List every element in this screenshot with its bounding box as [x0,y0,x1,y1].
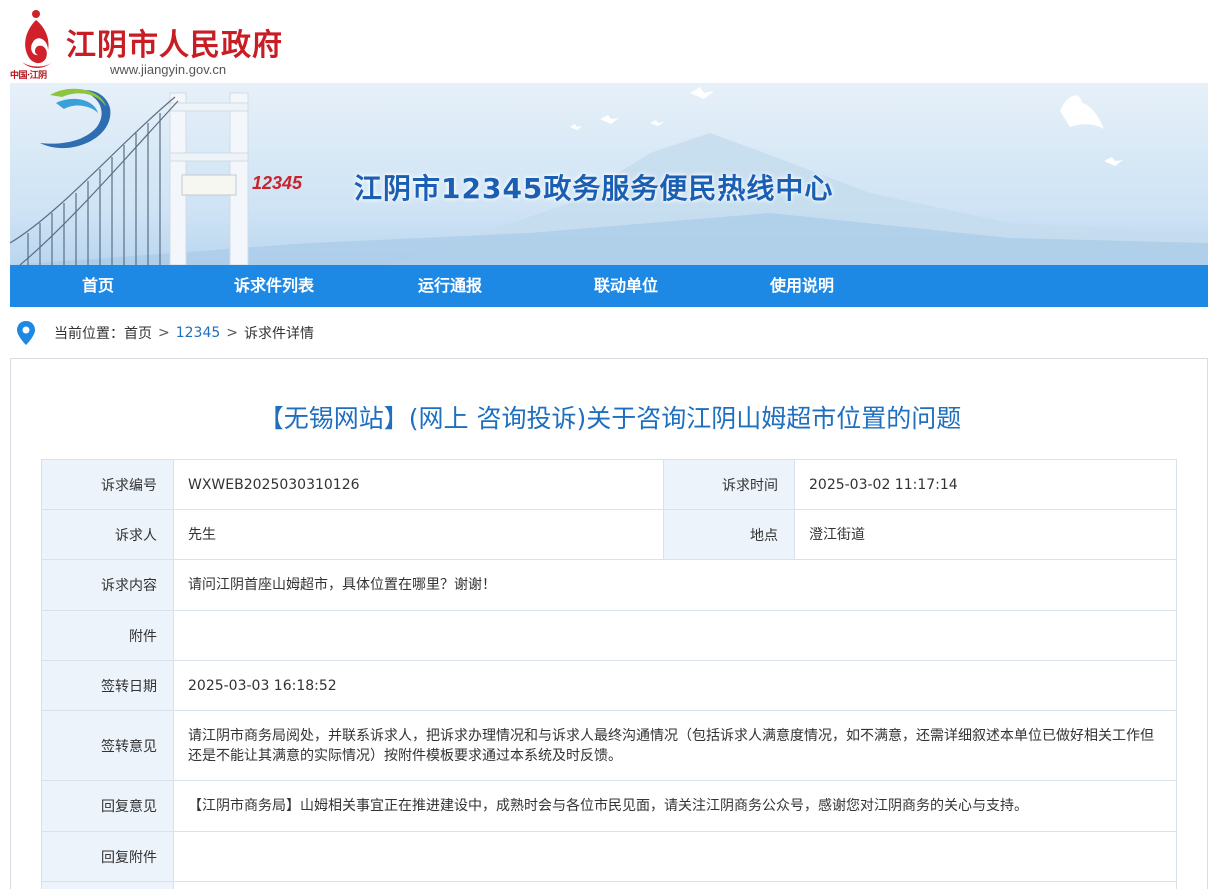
breadcrumb-section[interactable]: 12345 [176,325,221,341]
breadcrumb-separator: > [226,325,239,341]
transfer-date-value: 2025-03-03 16:18:52 [173,660,1177,711]
breadcrumb-home[interactable]: 首页 [124,323,152,343]
breadcrumb-prefix: 当前位置： [54,326,124,342]
table-row: 附件 [41,610,1177,661]
request-no-value: WXWEB2025030310126 [173,459,664,510]
table-row: 回复意见 【江阴市商务局】山姆相关事宜正在推进建设中，成熟时会与各位市民见面，请… [41,780,1177,832]
banner-title: 江阴市12345政务服务便民热线中心 [354,172,834,205]
table-row: 签转意见 请江阴市商务局阅处，并联系诉求人，把诉求办理情况和与诉求人最终沟通情况… [41,710,1177,781]
article-title: 【无锡网站】(网上 咨询投诉)关于咨询江阴山姆超市位置的问题 [258,404,962,433]
request-time-label: 诉求时间 [663,459,795,510]
logo-caption: 中国·江阴 [10,71,47,81]
nav-item-operation-report[interactable]: 运行通报 [362,265,538,307]
reply-label: 回复意见 [41,780,174,832]
table-row: 回复附件 [41,831,1177,882]
requester-value: 先生 [173,509,664,560]
transfer-opinion-value: 请江阴市商务局阅处，并联系诉求人，把诉求办理情况和与诉求人最终沟通情况（包括诉求… [173,710,1177,781]
location-value: 澄江街道 [794,509,1177,560]
hotline-banner: 12345 江阴市12345政务服务便民热线中心 [10,83,1208,265]
breadcrumb-separator: > [158,325,170,341]
table-row: 诉求编号 WXWEB2025030310126 诉求时间 2025-03-02 … [41,459,1177,510]
hotline-number: 12345 [252,173,303,193]
nav-item-home[interactable]: 首页 [10,265,186,307]
transfer-date-label: 签转日期 [41,660,174,711]
breadcrumb: 当前位置： 首页 > 12345 > 诉求件详情 [16,320,314,346]
detail-table: 诉求编号 WXWEB2025030310126 诉求时间 2025-03-02 … [41,459,1177,889]
site-header: 中国·江阴 江阴市人民政府 www.jiangyin.gov.cn [0,0,1222,83]
hotline-swirl-icon [40,88,111,149]
table-row: 诉求内容 请问江阴首座山姆超市，具体位置在哪里？谢谢！ [41,559,1177,611]
transfer-opinion-label: 签转意见 [41,710,174,781]
blank-value [173,881,1177,889]
attachment-value [173,610,1177,661]
attachment-label: 附件 [41,610,174,661]
reply-value: 【江阴市商务局】山姆相关事宜正在推进建设中，成熟时会与各位市民见面，请关注江阴商… [173,780,1177,832]
bridge-tower [169,92,249,265]
site-url[interactable]: www.jiangyin.gov.cn [110,62,226,77]
blank-label [41,881,174,889]
reply-attachment-label: 回复附件 [41,831,174,882]
nav-item-linked-units[interactable]: 联动单位 [538,265,714,307]
request-no-label: 诉求编号 [41,459,174,510]
content-label: 诉求内容 [41,559,174,611]
reply-attachment-value [173,831,1177,882]
requester-label: 诉求人 [41,509,174,560]
nav-item-request-list[interactable]: 诉求件列表 [186,265,362,307]
breadcrumb-current: 诉求件详情 [244,326,315,342]
request-time-value: 2025-03-02 11:17:14 [794,459,1177,510]
table-row: 签转日期 2025-03-03 16:18:52 [41,660,1177,711]
content-panel: 【无锡网站】(网上 咨询投诉)关于咨询江阴山姆超市位置的问题 诉求编号 WXWE… [10,358,1208,889]
main-nav: 首页 诉求件列表 运行通报 联动单位 使用说明 [10,265,1208,307]
nav-item-instructions[interactable]: 使用说明 [714,265,890,307]
content-value: 请问江阴首座山姆超市，具体位置在哪里？谢谢！ [173,559,1177,611]
table-row [41,881,1177,889]
location-pin-icon [17,321,35,345]
location-label: 地点 [663,509,795,560]
site-title[interactable]: 江阴市人民政府 [66,20,283,64]
table-row: 诉求人 先生 地点 澄江街道 [41,509,1177,560]
